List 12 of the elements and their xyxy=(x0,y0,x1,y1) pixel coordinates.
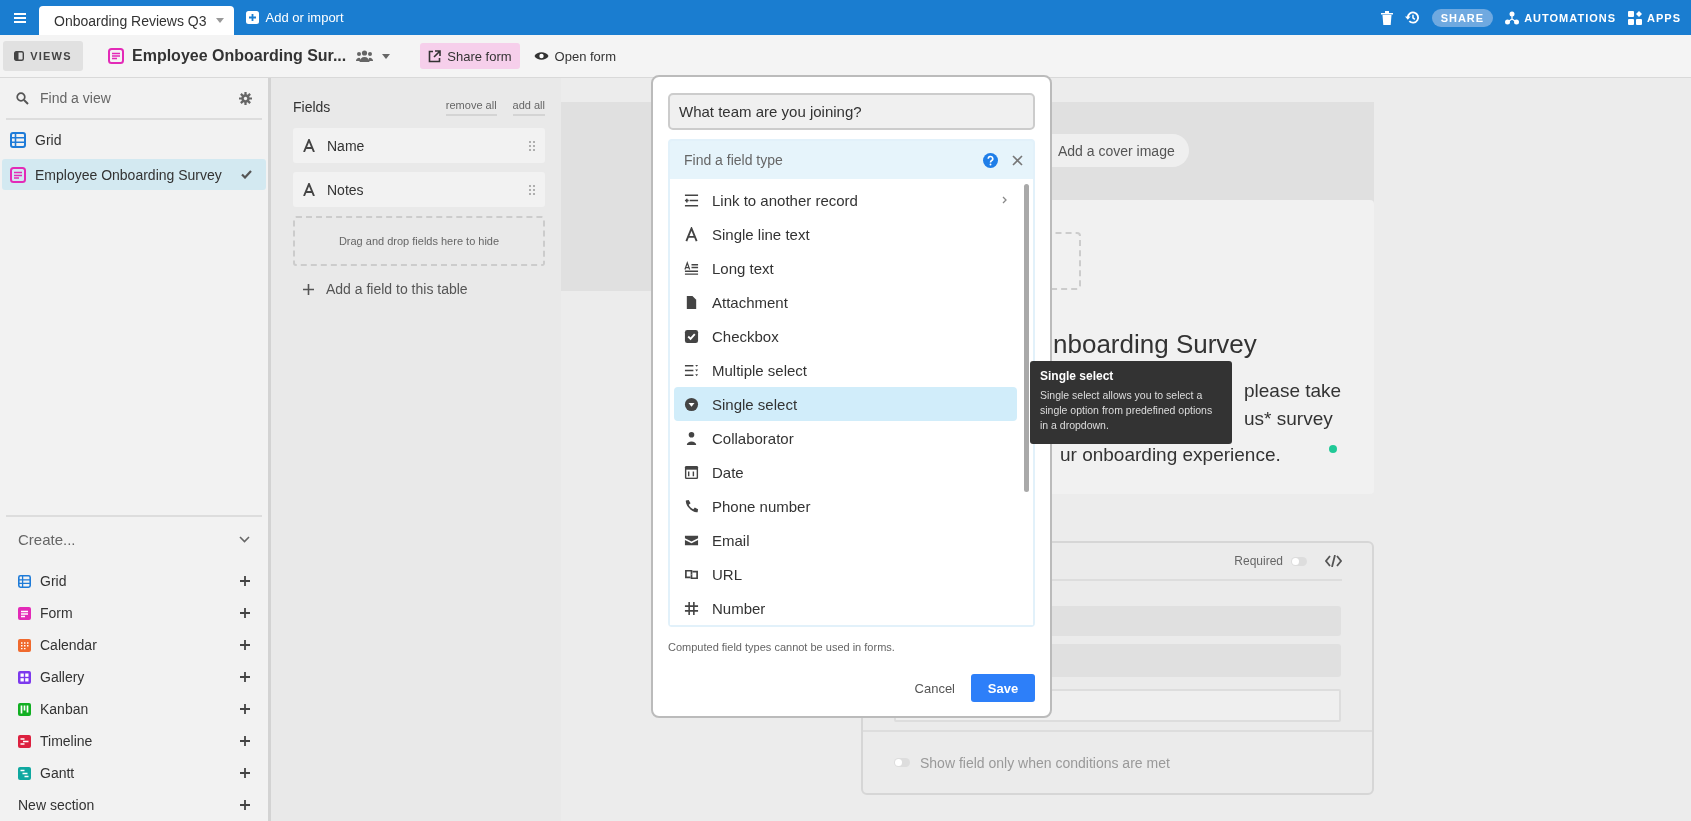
fields-heading: Fields xyxy=(293,99,331,115)
conditions-label: Show field only when conditions are met xyxy=(920,754,1170,771)
required-label: Required xyxy=(1234,554,1283,568)
dialog-note: Computed field types cannot be used in forms. xyxy=(668,641,896,653)
form-title: nboarding Survey xyxy=(1053,328,1257,360)
drop-hint: Drag and drop fields here to hide xyxy=(338,235,500,247)
tooltip-text: Single select allows you to select a single option from predefined options in a dropdown. xyxy=(1040,388,1214,433)
form-description: ur onboarding experience. xyxy=(1060,443,1281,467)
form-description: us* survey xyxy=(1244,407,1333,431)
form-description: please take xyxy=(1244,379,1342,403)
create-heading: Create... xyxy=(18,530,76,548)
tooltip-title: Single select xyxy=(1040,369,1115,383)
